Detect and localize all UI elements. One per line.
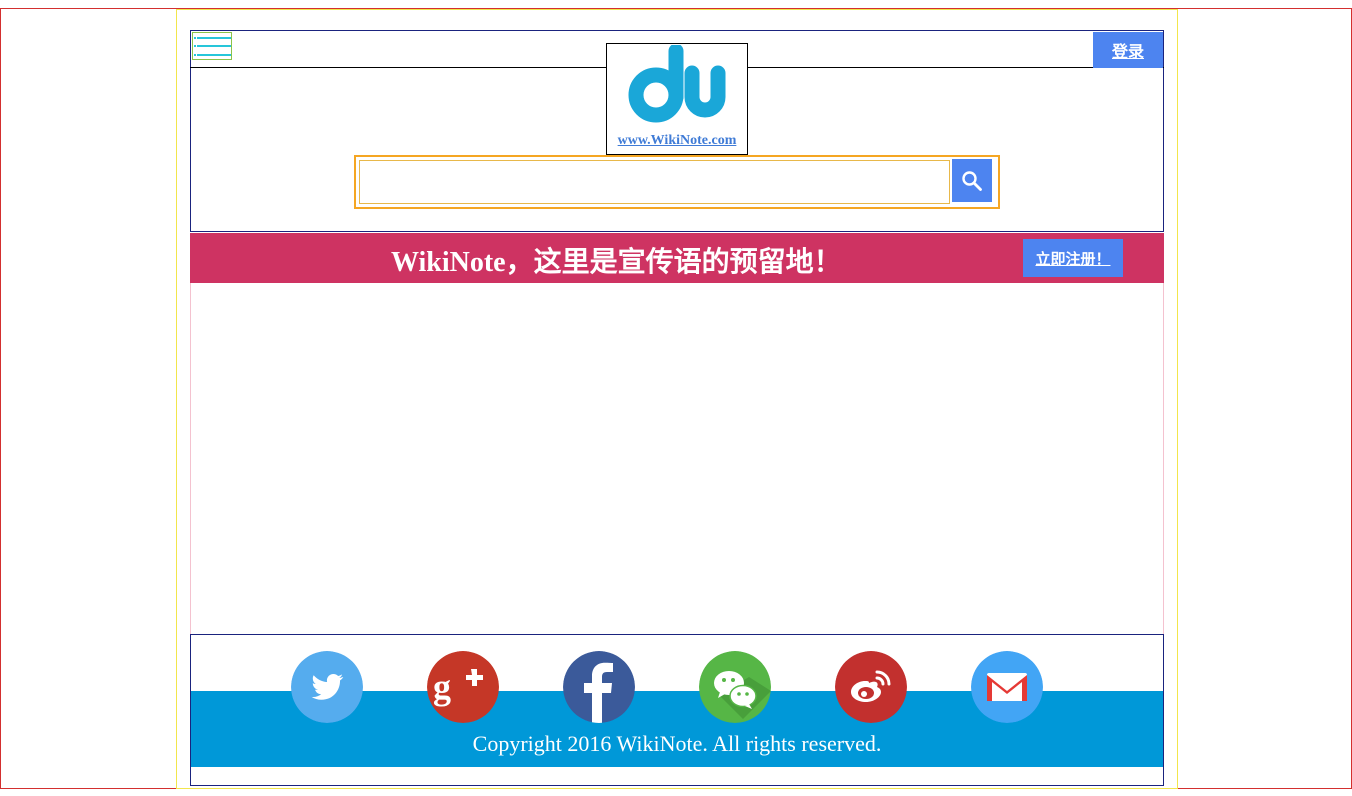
search-icon: [962, 170, 982, 191]
twitter-icon[interactable]: [291, 651, 363, 723]
google-plus-icon[interactable]: g: [427, 651, 499, 723]
main-content: [190, 283, 1164, 635]
search-button[interactable]: [952, 159, 992, 202]
login-button[interactable]: 登录: [1093, 32, 1163, 68]
search-input[interactable]: [359, 160, 950, 204]
wechat-icon[interactable]: [699, 651, 771, 723]
site-footer: g Copyright 2016 WikiNote. All rights re…: [190, 634, 1164, 786]
svg-text:g: g: [433, 667, 451, 707]
site-url-link[interactable]: www.WikiNote.com: [607, 133, 747, 149]
gmail-icon[interactable]: [971, 651, 1043, 723]
promo-slogan: WikiNote，这里是宣传语的预留地！: [391, 247, 842, 278]
logo-du-icon: [628, 45, 726, 123]
register-button[interactable]: 立即注册！: [1023, 239, 1123, 277]
facebook-icon[interactable]: [563, 651, 635, 723]
site-logo[interactable]: www.WikiNote.com: [606, 43, 748, 155]
menu-icon[interactable]: [192, 32, 232, 60]
copyright-text: Copyright 2016 WikiNote. All rights rese…: [472, 731, 882, 756]
weibo-icon[interactable]: [835, 651, 907, 723]
promo-banner: WikiNote，这里是宣传语的预留地！ 立即注册！: [190, 233, 1164, 283]
search-bar: [354, 155, 1000, 209]
